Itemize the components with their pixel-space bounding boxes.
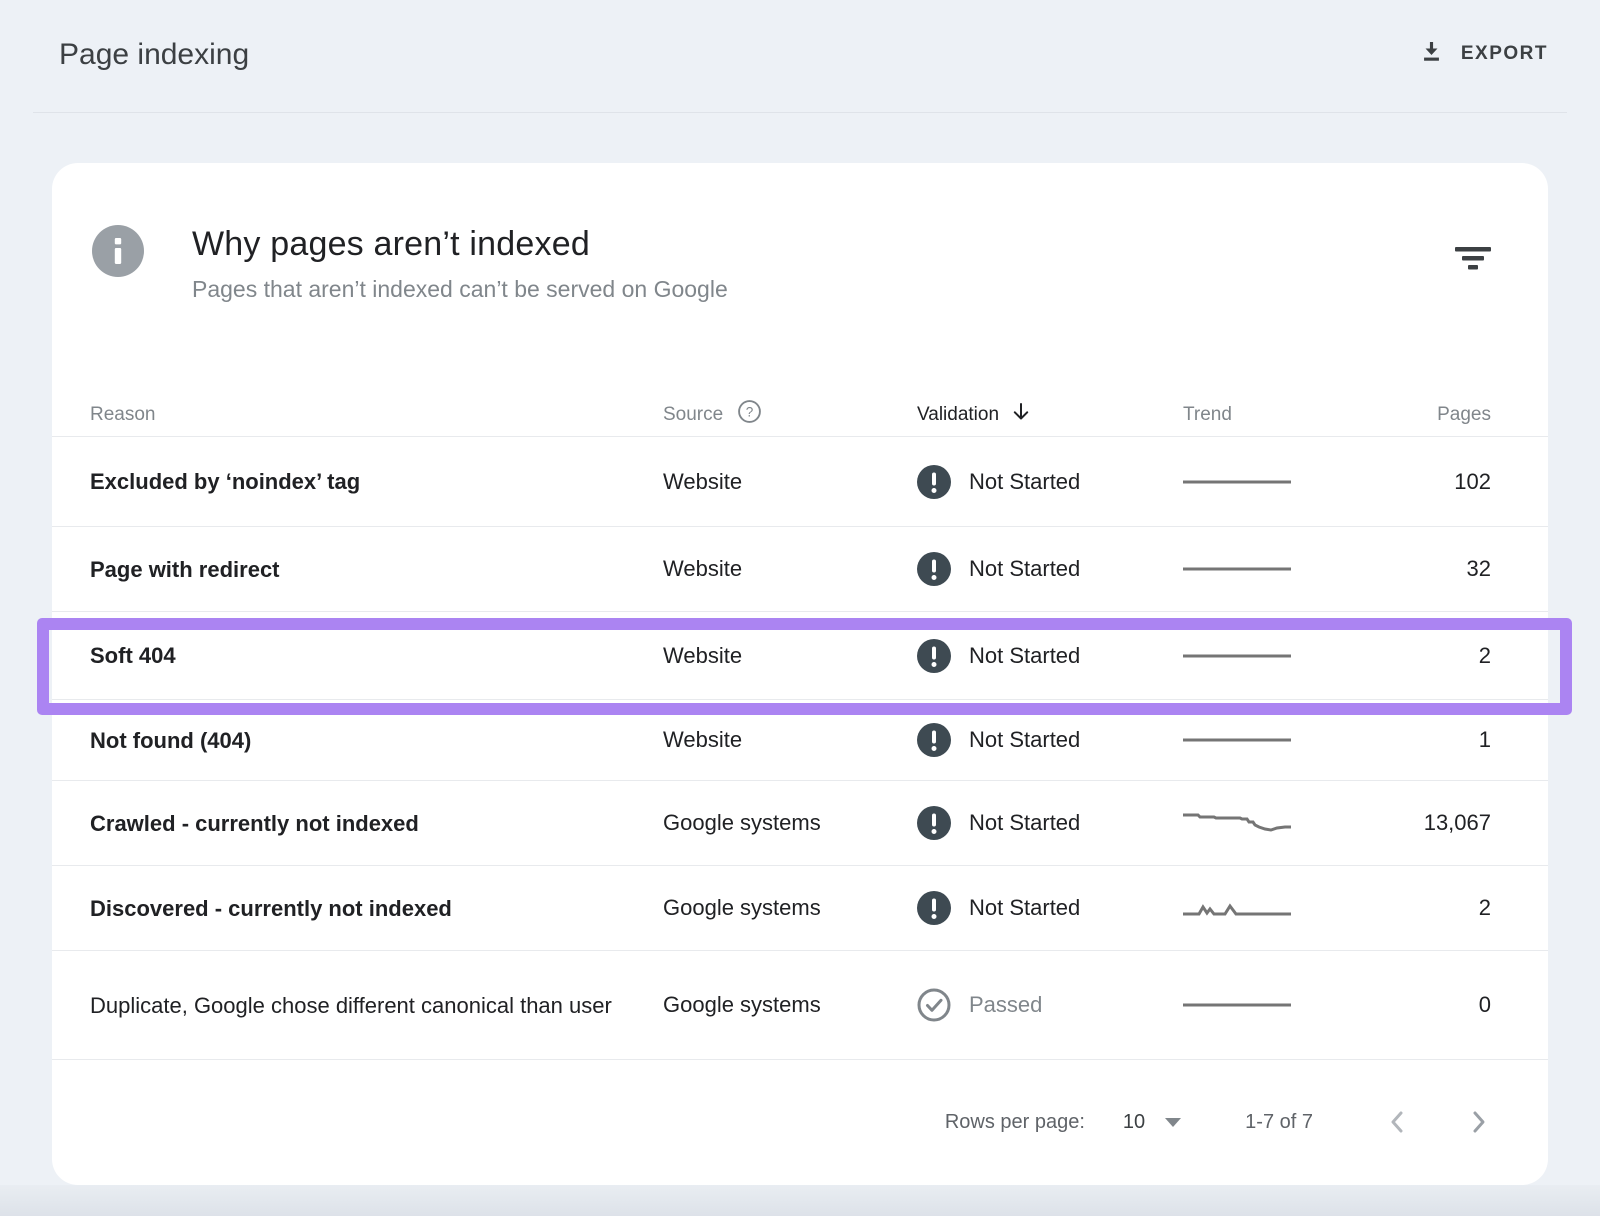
trend-sparkline [1183,641,1393,671]
source-cell: Website [663,727,917,753]
page-title: Page indexing [59,38,249,72]
validation-label: Not Started [969,469,1080,495]
validation-header-label: Validation [917,404,999,426]
table-row-crawled-not-indexed[interactable]: Crawled - currently not indexed Google s… [52,781,1548,866]
sort-descending-icon [1009,400,1033,430]
trend-sparkline [1183,467,1393,497]
validation-label: Not Started [969,810,1080,836]
pages-cell: 0 [1393,992,1491,1018]
source-cell: Website [663,556,917,582]
rows-per-page-dropdown-icon[interactable] [1165,1118,1181,1127]
source-cell: Website [663,643,917,669]
source-cell: Google systems [663,895,917,921]
pages-cell: 32 [1393,556,1491,582]
trend-sparkline [1183,990,1393,1020]
not-started-icon [917,891,951,925]
download-icon [1418,38,1445,70]
validation-cell: Not Started [917,465,1183,499]
validation-cell: Passed [917,988,1183,1022]
validation-label: Not Started [969,727,1080,753]
not-started-icon [917,639,951,673]
reason-cell: Duplicate, Google chose different canoni… [90,989,630,1022]
trend-header-label: Trend [1183,404,1232,426]
column-header-pages[interactable]: Pages [1393,404,1491,426]
not-started-icon [917,552,951,586]
table-row-discovered-not-indexed[interactable]: Discovered - currently not indexed Googl… [52,866,1548,951]
validation-cell: Not Started [917,891,1183,925]
table-body: Excluded by ‘noindex’ tag Website Not St… [52,437,1548,1060]
table-row-soft-404[interactable]: Soft 404 Website Not Started 2 [52,612,1548,700]
table-header-row: Reason Source ? Validation Trend Pages [52,393,1548,437]
source-header-label: Source [663,404,723,426]
reason-cell: Discovered - currently not indexed [90,892,630,925]
not-started-icon [917,465,951,499]
validation-label: Passed [969,992,1042,1018]
export-button[interactable]: EXPORT [1418,38,1548,70]
card-subtitle: Pages that aren’t indexed can’t be serve… [192,276,728,303]
why-pages-arent-indexed-card: Why pages aren’t indexed Pages that aren… [52,163,1548,1185]
validation-cell: Not Started [917,639,1183,673]
trend-sparkline [1183,893,1393,923]
reason-cell: Not found (404) [90,724,630,757]
validation-cell: Not Started [917,552,1183,586]
not-started-icon [917,723,951,757]
help-icon[interactable]: ? [737,399,762,430]
pages-cell: 2 [1393,643,1491,669]
validation-cell: Not Started [917,806,1183,840]
pagination-bar: Rows per page: 10 1-7 of 7 [52,1060,1548,1184]
passed-icon [917,988,951,1022]
rows-per-page-value[interactable]: 10 [1123,1111,1145,1134]
column-header-reason[interactable]: Reason [90,404,663,426]
trend-sparkline [1183,554,1393,584]
trend-sparkline [1183,808,1393,838]
not-started-icon [917,806,951,840]
info-icon [92,225,144,277]
table-row-page-with-redirect[interactable]: Page with redirect Website Not Started 3… [52,527,1548,612]
column-header-validation[interactable]: Validation [917,400,1183,430]
header-divider [33,112,1567,113]
reason-cell: Excluded by ‘noindex’ tag [90,465,630,498]
filter-icon[interactable] [1455,247,1491,303]
card-title: Why pages aren’t indexed [192,225,728,264]
reason-header-label: Reason [90,404,156,426]
column-header-trend[interactable]: Trend [1183,404,1393,426]
export-label: EXPORT [1461,43,1548,65]
source-cell: Google systems [663,810,917,836]
reason-cell: Page with redirect [90,553,630,586]
previous-page-icon[interactable] [1385,1109,1411,1135]
validation-label: Not Started [969,895,1080,921]
rows-per-page-label: Rows per page: [945,1111,1085,1134]
validation-label: Not Started [969,556,1080,582]
pages-cell: 102 [1393,469,1491,495]
table-row-duplicate-canonical[interactable]: Duplicate, Google chose different canoni… [52,951,1548,1060]
screenshot-bottom-edge [0,1185,1600,1216]
pages-header-label: Pages [1437,404,1491,426]
table-row-not-found-404[interactable]: Not found (404) Website Not Started 1 [52,700,1548,781]
page-range-label: 1-7 of 7 [1245,1111,1313,1134]
svg-text:?: ? [746,404,754,419]
table-row-excluded-by-noindex[interactable]: Excluded by ‘noindex’ tag Website Not St… [52,437,1548,527]
pages-cell: 13,067 [1393,810,1491,836]
next-page-icon[interactable] [1465,1109,1491,1135]
column-header-source[interactable]: Source ? [663,399,917,430]
validation-cell: Not Started [917,723,1183,757]
source-cell: Website [663,469,917,495]
reason-cell: Soft 404 [90,639,630,672]
pages-cell: 1 [1393,727,1491,753]
source-cell: Google systems [663,992,917,1018]
reason-cell: Crawled - currently not indexed [90,807,630,840]
trend-sparkline [1183,725,1393,755]
pages-cell: 2 [1393,895,1491,921]
validation-label: Not Started [969,643,1080,669]
